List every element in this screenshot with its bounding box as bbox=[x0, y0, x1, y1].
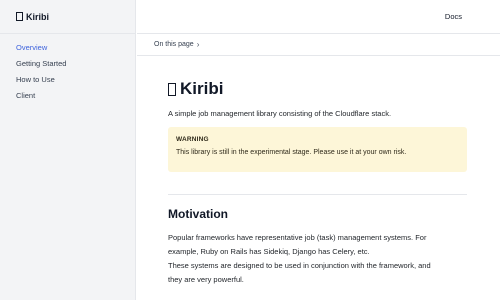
paragraph-line: These systems are designed to be used in… bbox=[168, 261, 431, 270]
warning-callout: WARNING This library is still in the exp… bbox=[168, 127, 467, 172]
warning-title: WARNING bbox=[176, 136, 209, 143]
paragraph-line: example, Ruby on Rails has Sidekiq, Djan… bbox=[168, 247, 370, 256]
sidebar-item-overview[interactable]: Overview bbox=[0, 40, 135, 56]
warning-text: This library is still in the experimenta… bbox=[176, 149, 407, 156]
page-title-text: Kiribi bbox=[180, 79, 224, 98]
top-bar: Docs bbox=[137, 0, 500, 34]
title-icon bbox=[168, 82, 176, 96]
on-this-page-toggle[interactable]: On this page › bbox=[137, 34, 500, 56]
paragraph-line: they are very powerful. bbox=[168, 275, 244, 284]
chevron-right-icon: › bbox=[196, 40, 200, 49]
sidebar-item-how-to-use[interactable]: How to Use bbox=[0, 72, 135, 88]
sidebar-nav: Overview Getting Started How to Use Clie… bbox=[0, 34, 135, 104]
section-divider bbox=[168, 194, 467, 195]
brand[interactable]: Kiribi bbox=[0, 0, 135, 34]
lead-paragraph: A simple job management library consisti… bbox=[168, 109, 392, 118]
sidebar: Kiribi Overview Getting Started How to U… bbox=[0, 0, 136, 300]
brand-name: Kiribi bbox=[26, 11, 50, 22]
main-content: Kiribi A simple job management library c… bbox=[168, 78, 468, 287]
motivation-heading: Motivation bbox=[168, 207, 228, 221]
sidebar-item-client[interactable]: Client bbox=[0, 88, 135, 104]
docs-link[interactable]: Docs bbox=[445, 12, 462, 21]
paragraph-line: Popular frameworks have representative j… bbox=[168, 233, 427, 242]
motivation-paragraph: Popular frameworks have representative j… bbox=[168, 231, 468, 287]
sidebar-item-getting-started[interactable]: Getting Started bbox=[0, 56, 135, 72]
page-title: Kiribi bbox=[168, 78, 468, 100]
on-this-page-label: On this page bbox=[154, 41, 194, 48]
logo-icon bbox=[16, 12, 23, 21]
